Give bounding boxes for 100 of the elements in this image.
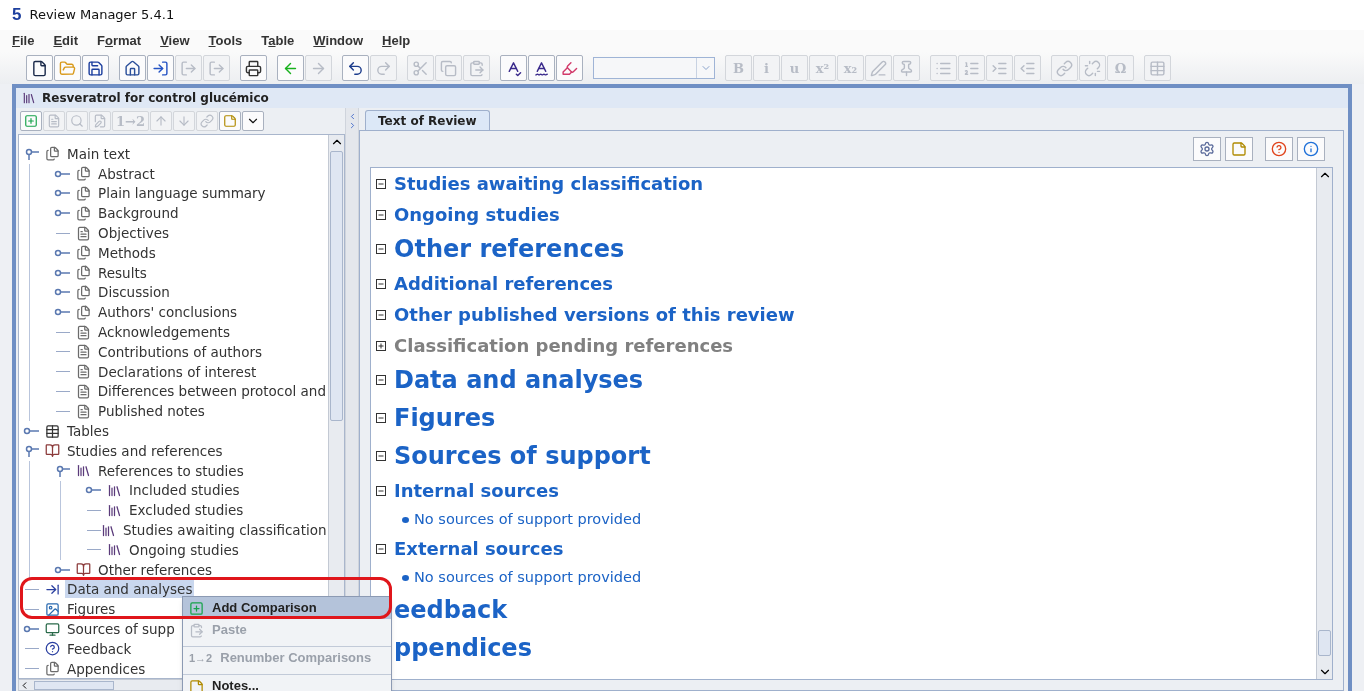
scroll-thumb[interactable]: [34, 680, 114, 690]
section-heading: eedback: [394, 595, 508, 626]
note-icon: [223, 114, 237, 128]
tree-item[interactable]: Declarations of interest: [96, 362, 259, 381]
collapse-icon[interactable]: [376, 375, 386, 385]
tree-item[interactable]: Main text: [65, 144, 133, 163]
scroll-thumb[interactable]: [330, 151, 343, 421]
tree-item[interactable]: Studies and references: [65, 441, 225, 460]
cut-icon: [412, 59, 429, 77]
document-icon: [76, 225, 91, 241]
tree-item[interactable]: Ongoing studies: [127, 540, 241, 559]
menu-item[interactable]: Add Comparison: [183, 597, 391, 619]
collapse-icon[interactable]: [376, 543, 386, 554]
pen-icon: [870, 59, 887, 77]
table-icon: [45, 423, 60, 439]
tree-item[interactable]: Sources of supp: [65, 620, 177, 638]
document-icon: [76, 364, 91, 380]
tree-item[interactable]: Plain language summary: [96, 184, 268, 203]
tree-item[interactable]: Feedback: [65, 639, 134, 658]
menu-item[interactable]: Help: [382, 31, 411, 51]
tree-item[interactable]: Data and analyses: [65, 580, 195, 599]
expand-icon[interactable]: [376, 340, 386, 351]
tree-item[interactable]: Other references: [96, 560, 215, 579]
section-heading: ppendices: [394, 633, 532, 664]
tree-item[interactable]: Figures: [65, 600, 118, 619]
tree-item[interactable]: Differences between protocol and: [95, 382, 328, 401]
menu-item[interactable]: Notes...: [183, 675, 391, 691]
tree-item[interactable]: Appendices: [65, 659, 148, 678]
menu-item[interactable]: Table: [261, 31, 295, 51]
library-icon: [22, 91, 36, 105]
section-heading: Studies awaiting classification: [394, 172, 704, 196]
note-icon: [189, 678, 204, 691]
expand-handle[interactable]: [23, 147, 39, 160]
toolbar-button[interactable]: [242, 111, 264, 131]
section-heading: Ongoing studies: [394, 203, 560, 227]
home-icon: [124, 59, 141, 77]
paste-icon: [468, 59, 485, 77]
tree-item[interactable]: Methods: [96, 243, 158, 262]
help-icon: [45, 641, 60, 657]
spellcheck-icon: [533, 59, 550, 77]
toolbar-button[interactable]: [500, 55, 527, 81]
toolbar-button[interactable]: [240, 55, 267, 81]
tree-item[interactable]: Contributions of authors: [96, 342, 264, 361]
toolbar-button[interactable]: [528, 55, 555, 81]
library-icon: [76, 463, 91, 479]
toolbar-button[interactable]: [147, 55, 174, 81]
toolbar-button[interactable]: [119, 55, 146, 81]
collapse-icon[interactable]: [376, 413, 386, 423]
toolbar-button[interactable]: [26, 55, 53, 81]
section-heading: Internal sources: [394, 479, 559, 503]
menu-item[interactable]: Tools: [208, 31, 243, 51]
toolbar-button[interactable]: [342, 55, 369, 81]
collapse-icon[interactable]: [376, 209, 386, 220]
tree-item[interactable]: Included studies: [127, 481, 242, 500]
tree-item[interactable]: Results: [96, 263, 149, 282]
tree-item[interactable]: Excluded studies: [127, 501, 246, 520]
collapse-icon[interactable]: [376, 451, 386, 461]
document-icon: [76, 324, 91, 340]
tab[interactable]: Text of Review: [365, 110, 490, 130]
expand-handle[interactable]: [54, 464, 70, 477]
toolbar-button[interactable]: [82, 55, 109, 81]
section-heading: Other published versions of this review: [394, 303, 795, 327]
documents-icon: [76, 166, 91, 182]
window-title: Review Manager 5.4.1: [29, 6, 175, 25]
tree-item[interactable]: Tables: [65, 422, 111, 441]
collapse-icon[interactable]: [376, 309, 386, 320]
tree-item[interactable]: Objectives: [96, 224, 172, 243]
tree-item[interactable]: Discussion: [96, 283, 172, 302]
scrollbar[interactable]: [1316, 168, 1332, 679]
expand-handle[interactable]: [23, 444, 39, 457]
view-button[interactable]: [1193, 137, 1221, 161]
tree-item[interactable]: References to studies: [96, 461, 246, 480]
tree-item[interactable]: Authors' conclusions: [96, 303, 240, 322]
library-icon: [107, 482, 122, 498]
collapse-icon[interactable]: [376, 278, 386, 289]
tree-item[interactable]: Published notes: [96, 402, 207, 421]
view-button[interactable]: [1265, 137, 1293, 161]
document-icon: [76, 344, 91, 360]
menu-item[interactable]: Edit: [53, 31, 79, 51]
undo-icon: [347, 59, 364, 77]
view-button[interactable]: [1225, 137, 1253, 161]
menu-item[interactable]: Window: [313, 31, 364, 51]
tree-item[interactable]: Acknowledgements: [96, 323, 232, 342]
tree-item[interactable]: Background: [96, 204, 181, 223]
collapse-icon[interactable]: [376, 244, 386, 254]
menu-item[interactable]: View: [160, 31, 190, 51]
section-heading: Additional references: [394, 272, 614, 296]
folder-icon: [59, 59, 76, 77]
documents-icon: [45, 146, 60, 162]
collapse-icon[interactable]: [376, 485, 386, 496]
section-heading: Classification pending references: [394, 334, 734, 358]
scroll-thumb[interactable]: [1318, 630, 1331, 656]
tree-item[interactable]: Abstract: [96, 164, 157, 183]
monitor-icon: [45, 621, 60, 637]
expand-handle[interactable]: [23, 623, 39, 635]
collapse-icon[interactable]: [376, 178, 386, 189]
tree-item[interactable]: Studies awaiting classification: [121, 521, 328, 540]
menu-item[interactable]: Format: [97, 31, 142, 51]
menu-item[interactable]: File: [12, 31, 35, 51]
view-button[interactable]: [1297, 137, 1325, 161]
